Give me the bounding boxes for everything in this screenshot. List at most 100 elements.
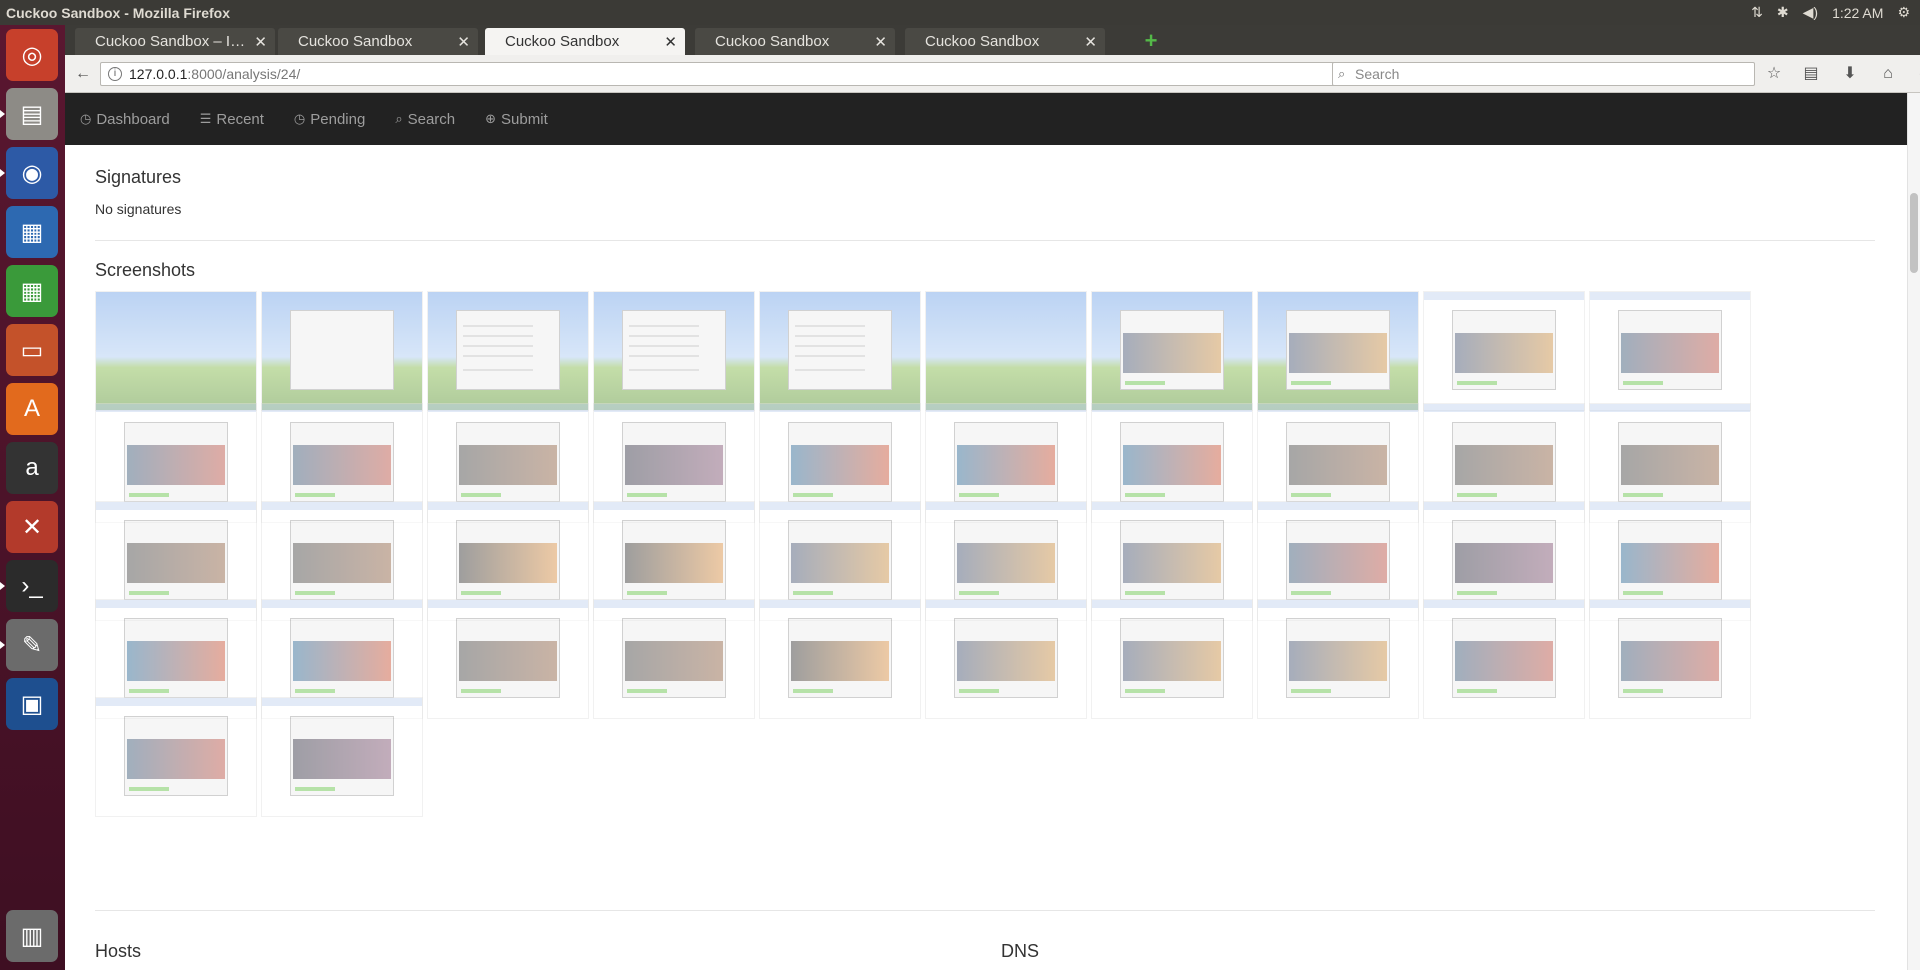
screenshot-thumbnail[interactable] xyxy=(1589,291,1751,411)
screenshot-thumbnail[interactable] xyxy=(1589,599,1751,719)
impress-icon[interactable]: ▭ xyxy=(6,324,58,376)
nav-submit[interactable]: ⊕ Submit xyxy=(485,111,548,128)
screenshot-thumbnail[interactable] xyxy=(427,599,589,719)
progress-bar xyxy=(1291,689,1331,693)
app-window xyxy=(290,520,394,600)
bluetooth-icon[interactable]: ✱ xyxy=(1777,4,1789,21)
page-content: ◷ Dashboard ☰ Recent ◷ Pending ⌕ Search ⊕ Sub… xyxy=(65,93,1920,970)
app-window xyxy=(788,422,892,502)
screenshot-thumbnail[interactable] xyxy=(1423,599,1585,719)
app-window xyxy=(1618,520,1722,600)
screenshot-thumbnail[interactable] xyxy=(1091,291,1253,411)
screenshot-thumbnail[interactable] xyxy=(1257,599,1419,719)
volume-icon[interactable]: ◀) xyxy=(1803,4,1818,21)
text-editor-icon[interactable]: ✎ xyxy=(0,619,58,671)
progress-bar xyxy=(627,591,667,595)
screenshot-thumbnail[interactable] xyxy=(95,291,257,411)
progress-bar xyxy=(1125,591,1165,595)
progress-bar xyxy=(1457,689,1497,693)
writer-icon[interactable]: ▦ xyxy=(6,206,58,258)
nav-pending[interactable]: ◷ Pending xyxy=(294,111,365,128)
app-banner xyxy=(1123,333,1221,373)
app-banner xyxy=(1289,543,1387,583)
text-line xyxy=(629,345,699,347)
tab-5[interactable]: Cuckoo Sandbox ✕ xyxy=(905,28,1105,55)
scrollbar-thumb[interactable] xyxy=(1910,193,1918,273)
files-icon[interactable]: ▤ xyxy=(0,88,58,140)
text-line xyxy=(463,335,533,337)
screenshot-thumbnail[interactable] xyxy=(95,697,257,817)
info-icon[interactable]: i xyxy=(108,67,122,81)
browser-strip xyxy=(594,404,754,412)
url-bar[interactable]: i 127.0.0.1:8000/analysis/24/ ↻ xyxy=(100,62,1360,86)
page-scrollbar[interactable] xyxy=(1907,93,1920,970)
terminal-icon[interactable]: ›_ xyxy=(0,560,58,612)
browser-strip xyxy=(760,600,920,608)
browser-strip xyxy=(262,600,422,608)
search-input[interactable]: ⌕ Search xyxy=(1332,62,1755,86)
progress-bar xyxy=(129,689,169,693)
browser-strip xyxy=(262,404,422,412)
close-icon[interactable]: ✕ xyxy=(1084,33,1097,51)
app-window xyxy=(622,520,726,600)
system-settings-icon[interactable]: ✕ xyxy=(6,501,58,553)
tab-3-active[interactable]: Cuckoo Sandbox ✕ xyxy=(485,28,685,55)
browser-strip xyxy=(96,698,256,706)
screenshot-thumbnail[interactable] xyxy=(261,697,423,817)
tab-4[interactable]: Cuckoo Sandbox ✕ xyxy=(695,28,895,55)
firefox-icon[interactable]: ◉ xyxy=(0,147,58,199)
tab-strip: Cuckoo Sandbox – I… ✕ Cuckoo Sandbox ✕ Cuc… xyxy=(65,25,1920,55)
screenshot-thumbnail[interactable] xyxy=(925,599,1087,719)
trash-icon[interactable]: ▥ xyxy=(6,910,58,962)
virtualbox-icon[interactable]: ▣ xyxy=(6,678,58,730)
browser-strip xyxy=(1092,600,1252,608)
reading-list-icon[interactable]: ▤ xyxy=(1798,62,1824,86)
browser-strip xyxy=(428,600,588,608)
browser-strip xyxy=(1590,600,1750,608)
screenshot-thumbnail[interactable] xyxy=(1257,291,1419,411)
app-window xyxy=(1120,618,1224,698)
new-tab-icon[interactable]: + xyxy=(1138,28,1164,54)
screenshot-thumbnail[interactable] xyxy=(1091,599,1253,719)
app-banner xyxy=(1621,543,1719,583)
download-icon[interactable]: ⬇ xyxy=(1837,62,1863,86)
screenshot-thumbnail[interactable] xyxy=(261,291,423,411)
calc-icon[interactable]: ▦ xyxy=(6,265,58,317)
close-icon[interactable]: ✕ xyxy=(254,33,267,51)
app-banner xyxy=(1123,641,1221,681)
text-line xyxy=(795,345,865,347)
nav-dashboard[interactable]: ◷ Dashboard xyxy=(80,111,170,128)
screenshot-thumbnail[interactable] xyxy=(1423,291,1585,411)
browser-strip xyxy=(926,502,1086,510)
screenshot-thumbnail[interactable] xyxy=(593,291,755,411)
pocket-icon[interactable]: ◡ xyxy=(1913,62,1920,86)
progress-bar xyxy=(129,787,169,791)
progress-bar xyxy=(1623,591,1663,595)
network-icon[interactable]: ⇅ xyxy=(1751,4,1763,21)
home-icon[interactable]: ⌂ xyxy=(1875,62,1901,86)
screenshot-thumbnail[interactable] xyxy=(759,599,921,719)
back-arrow-icon[interactable]: ← xyxy=(71,62,95,86)
screenshot-thumbnail[interactable] xyxy=(593,599,755,719)
screenshot-thumbnail[interactable] xyxy=(427,291,589,411)
ubuntu-dash-icon[interactable]: ◎ xyxy=(6,29,58,81)
amazon-icon[interactable]: a xyxy=(6,442,58,494)
settings-gear-icon[interactable]: ⚙ xyxy=(1897,4,1910,21)
close-icon[interactable]: ✕ xyxy=(874,33,887,51)
app-banner xyxy=(1123,445,1221,485)
close-icon[interactable]: ✕ xyxy=(457,33,470,51)
nav-recent[interactable]: ☰ Recent xyxy=(200,111,264,128)
tab-2[interactable]: Cuckoo Sandbox ✕ xyxy=(278,28,478,55)
nav-search[interactable]: ⌕ Search xyxy=(395,111,455,128)
progress-bar xyxy=(1457,381,1497,385)
app-window xyxy=(1452,310,1556,390)
progress-bar xyxy=(1623,493,1663,497)
screenshot-thumbnail[interactable] xyxy=(759,291,921,411)
tab-1[interactable]: Cuckoo Sandbox – I… ✕ xyxy=(75,28,275,55)
software-center-icon[interactable]: A xyxy=(6,383,58,435)
clock[interactable]: 1:22 AM xyxy=(1832,5,1883,21)
bookmark-star-icon[interactable]: ☆ xyxy=(1761,62,1787,86)
text-line xyxy=(629,325,699,327)
close-icon[interactable]: ✕ xyxy=(664,33,677,51)
screenshot-thumbnail[interactable] xyxy=(925,291,1087,411)
